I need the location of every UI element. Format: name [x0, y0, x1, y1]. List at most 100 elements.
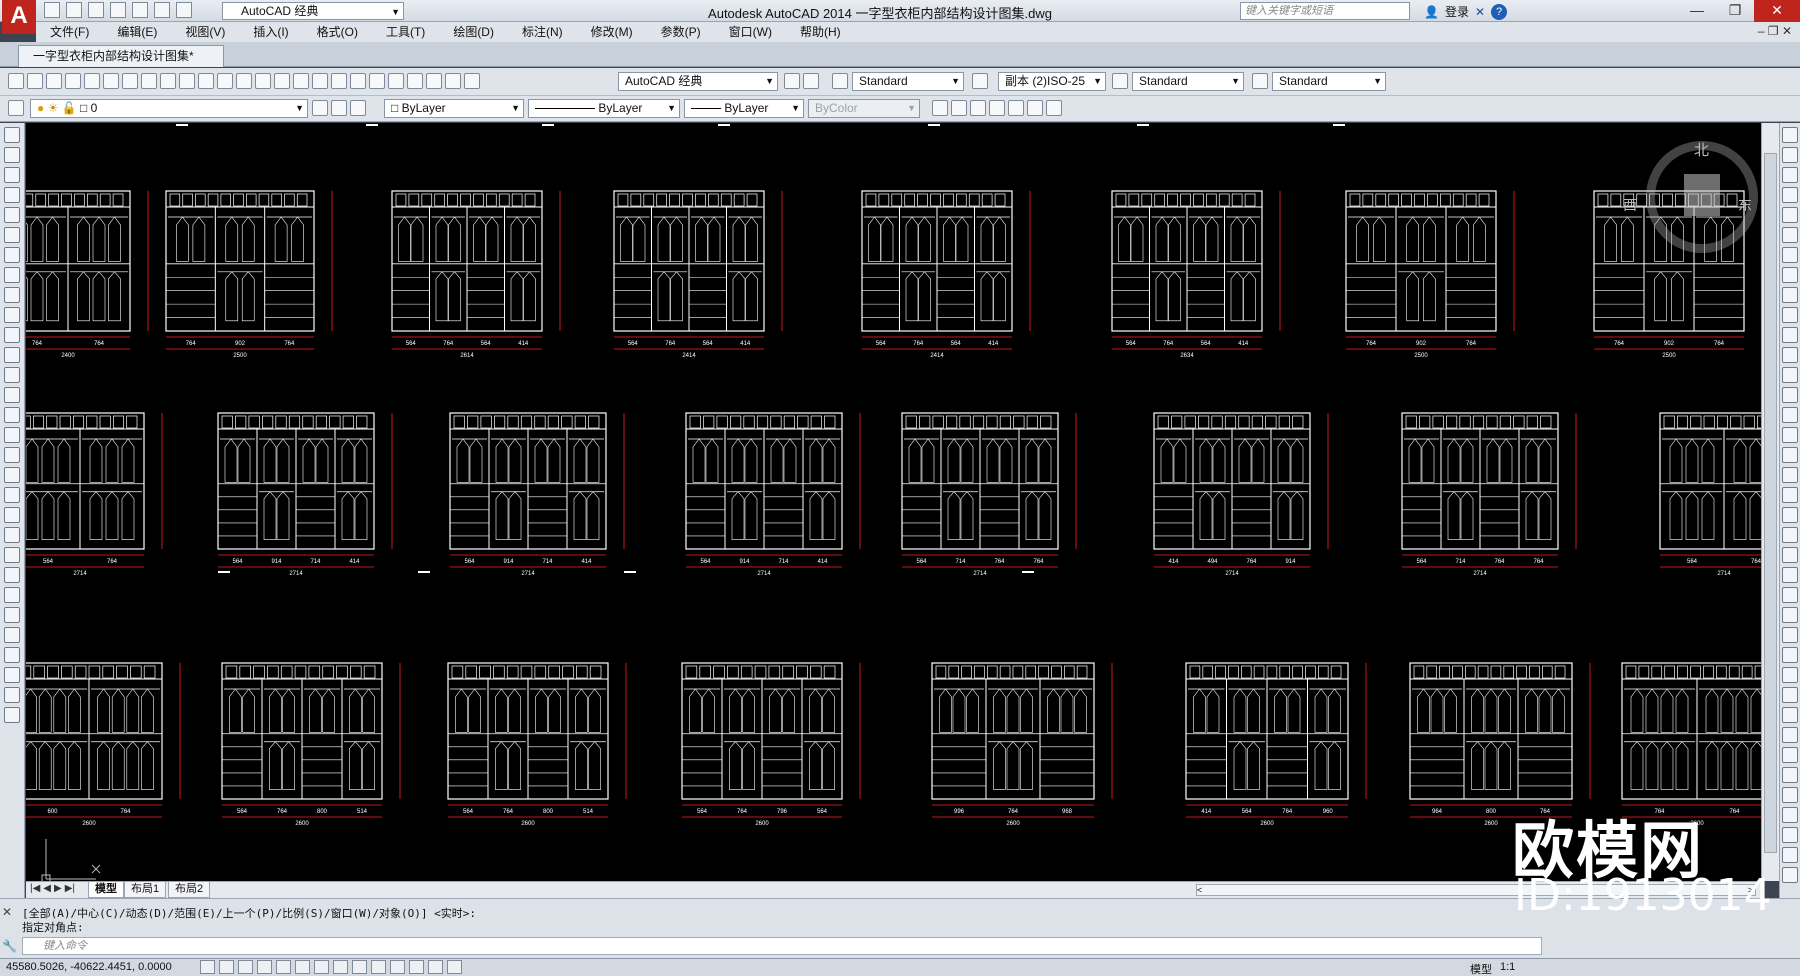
quickcalc-icon[interactable] [445, 73, 461, 89]
modify-tool-icon-23[interactable] [1782, 587, 1798, 603]
ortho-icon[interactable] [257, 960, 272, 974]
help-icon[interactable]: ? [1491, 3, 1508, 20]
modify-tool-icon-9[interactable] [1782, 307, 1798, 323]
osnap-icon[interactable] [295, 960, 310, 974]
modify-tool-icon-24[interactable] [1782, 607, 1798, 623]
draw-tool-icon-6[interactable] [4, 247, 20, 263]
3d-print-icon[interactable] [122, 73, 138, 89]
modify-tool-icon-18[interactable] [1782, 487, 1798, 503]
modify-tool-icon-8[interactable] [1782, 287, 1798, 303]
draw-tool-icon-11[interactable] [4, 347, 20, 363]
modify-tool-icon-10[interactable] [1782, 327, 1798, 343]
draw-tool-icon-26[interactable] [4, 647, 20, 663]
modify-tool-icon-19[interactable] [1782, 507, 1798, 523]
draw-tool-icon-4[interactable] [4, 207, 20, 223]
ducs-icon[interactable] [352, 960, 367, 974]
redo-icon[interactable] [255, 73, 271, 89]
menu-item-11[interactable]: 帮助(H) [786, 22, 855, 42]
zoom-out-icon[interactable] [989, 100, 1005, 116]
scroll-left-icon[interactable]: < [1197, 885, 1202, 895]
workspace-combo[interactable]: AutoCAD 经典 ▼ [618, 72, 778, 91]
restore-icon[interactable]: ❐ [1716, 0, 1754, 22]
draw-tool-icon-5[interactable] [4, 227, 20, 243]
cut-icon[interactable] [141, 73, 157, 89]
prev-tab-icon[interactable]: ◀ [43, 883, 51, 894]
workspace-dropdown[interactable]: AutoCAD 经典 ▼ [222, 2, 404, 20]
text-style-icon[interactable] [832, 73, 848, 89]
gear-icon[interactable] [784, 73, 800, 89]
draw-tool-icon-7[interactable] [4, 267, 20, 283]
pan-icon[interactable] [274, 73, 290, 89]
zoom-all-icon[interactable] [1008, 100, 1024, 116]
modify-tool-icon-5[interactable] [1782, 227, 1798, 243]
linetype-combo[interactable]: ByLayer ▼ [528, 99, 680, 118]
scroll-thumb[interactable] [1764, 153, 1777, 853]
plot-icon[interactable] [65, 73, 81, 89]
close-icon[interactable]: ✕ [1754, 0, 1800, 22]
tab-layout1[interactable]: 布局1 [124, 882, 167, 898]
draw-tool-icon-13[interactable] [4, 387, 20, 403]
draw-tool-icon-29[interactable] [4, 707, 20, 723]
modify-tool-icon-27[interactable] [1782, 667, 1798, 683]
document-window-controls[interactable]: – ❐ ✕ [1758, 24, 1792, 38]
properties-icon[interactable] [350, 73, 366, 89]
redo-icon[interactable] [176, 2, 192, 18]
application-menu-button[interactable]: A [2, 0, 36, 34]
polar-icon[interactable] [276, 960, 291, 974]
transparency-icon[interactable] [409, 960, 424, 974]
save-as-icon[interactable] [110, 2, 126, 18]
modify-tool-icon-21[interactable] [1782, 547, 1798, 563]
draw-tool-icon-15[interactable] [4, 427, 20, 443]
viewcube-top-face[interactable] [1684, 174, 1720, 216]
block-editor-icon[interactable] [217, 73, 233, 89]
menu-item-6[interactable]: 绘图(D) [439, 22, 508, 42]
markup-icon[interactable] [426, 73, 442, 89]
layer-manager-icon[interactable] [8, 100, 24, 116]
search-input[interactable]: 键入关键字或短语 [1240, 2, 1410, 20]
grid-icon[interactable] [238, 960, 253, 974]
infer-constraints-icon[interactable] [200, 960, 215, 974]
modify-tool-icon-29[interactable] [1782, 707, 1798, 723]
draw-tool-icon-16[interactable] [4, 447, 20, 463]
lineweight-icon[interactable] [390, 960, 405, 974]
menu-item-1[interactable]: 编辑(E) [103, 22, 171, 42]
model-space-label[interactable]: 模型 [1470, 961, 1492, 976]
layer-combo[interactable]: ● ☀ 🔓 □ 0 ▼ [30, 99, 308, 118]
design-center-icon[interactable] [369, 73, 385, 89]
mleader-style-icon[interactable] [1252, 73, 1268, 89]
draw-tool-icon-18[interactable] [4, 487, 20, 503]
draw-tool-icon-20[interactable] [4, 527, 20, 543]
draw-tool-icon-1[interactable] [4, 147, 20, 163]
modify-tool-icon-3[interactable] [1782, 187, 1798, 203]
modify-tool-icon-31[interactable] [1782, 747, 1798, 763]
tab-layout2[interactable]: 布局2 [168, 882, 211, 898]
copy-icon[interactable] [160, 73, 176, 89]
draw-tool-icon-19[interactable] [4, 507, 20, 523]
color-combo[interactable]: □ ByLayer ▼ [384, 99, 524, 118]
quick-props-icon[interactable] [428, 960, 443, 974]
save-icon[interactable] [46, 73, 62, 89]
dyn-icon[interactable] [371, 960, 386, 974]
drawing-canvas[interactable]: 764 764 2400 764 902 764 2500 564 764 564 414 2614 5… [26, 123, 1761, 881]
modify-tool-icon-28[interactable] [1782, 687, 1798, 703]
menu-item-7[interactable]: 标注(N) [508, 22, 577, 42]
tab-model[interactable]: 模型 [88, 882, 124, 898]
snap-icon[interactable] [219, 960, 234, 974]
draw-tool-icon-25[interactable] [4, 627, 20, 643]
draw-tool-icon-21[interactable] [4, 547, 20, 563]
modify-tool-icon-32[interactable] [1782, 767, 1798, 783]
draw-tool-icon-12[interactable] [4, 367, 20, 383]
menu-item-8[interactable]: 修改(M) [577, 22, 647, 42]
save-icon[interactable] [88, 2, 104, 18]
wrench-icon[interactable]: 🔧 [2, 939, 17, 953]
modify-tool-icon-6[interactable] [1782, 247, 1798, 263]
modify-tool-icon-36[interactable] [1782, 847, 1798, 863]
modify-tool-icon-25[interactable] [1782, 627, 1798, 643]
minimize-icon[interactable]: — [1678, 0, 1716, 22]
draw-tool-icon-2[interactable] [4, 167, 20, 183]
menu-item-0[interactable]: 文件(F) [36, 22, 103, 42]
orbit-icon[interactable] [951, 100, 967, 116]
match-properties-icon[interactable] [198, 73, 214, 89]
draw-tool-icon-27[interactable] [4, 667, 20, 683]
menu-item-4[interactable]: 格式(O) [303, 22, 372, 42]
